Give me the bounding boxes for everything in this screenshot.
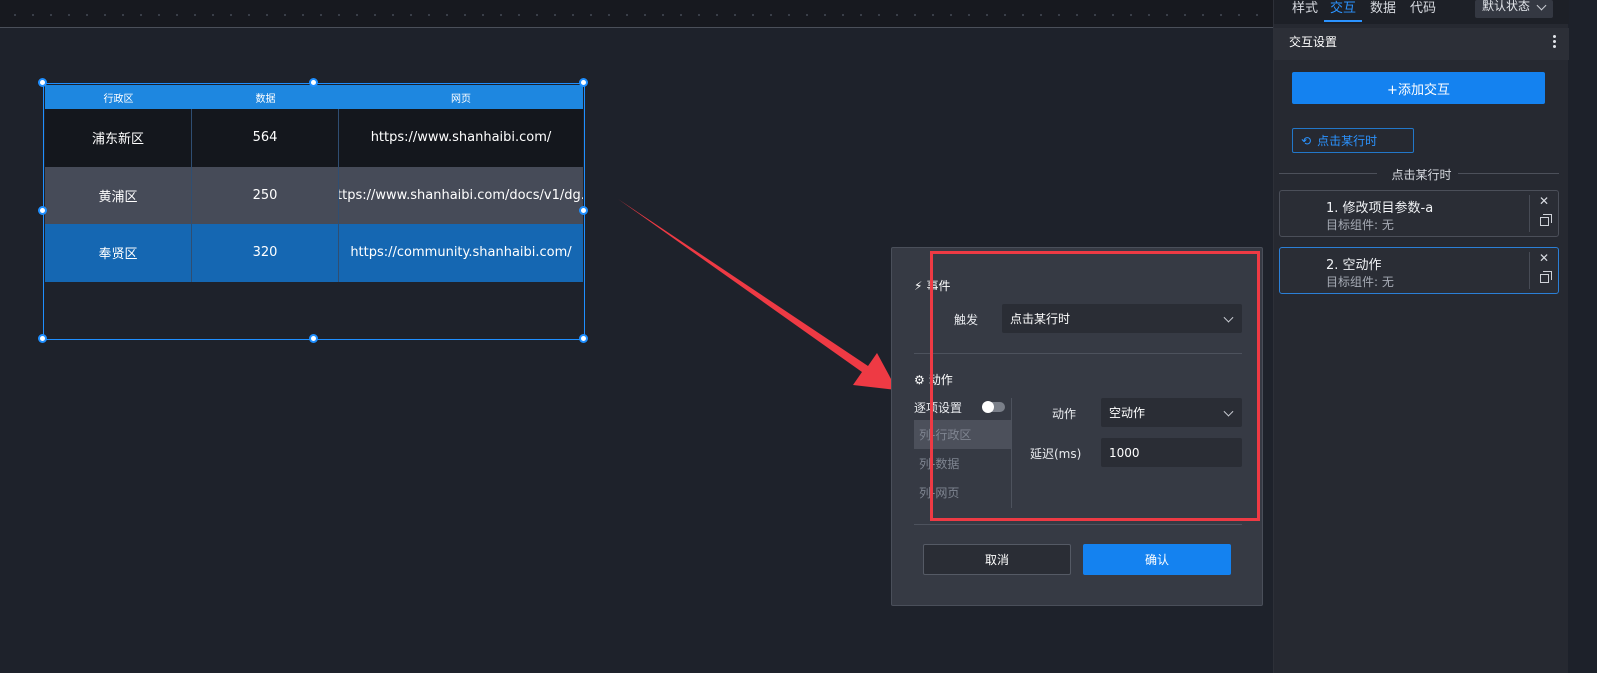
panel-title: 交互设置 — [1289, 35, 1338, 49]
interaction-card[interactable]: 1. 修改项目参数-a 目标组件: 无 ✕ — [1279, 190, 1559, 237]
card-subtitle: 目标组件: 无 — [1326, 218, 1394, 232]
gear-icon: ⚙ — [914, 372, 925, 387]
divider — [914, 524, 1242, 525]
tab-data[interactable]: 数据 — [1370, 0, 1396, 16]
annotation-highlight-box — [930, 251, 1260, 521]
chevron-down-icon — [1536, 0, 1547, 11]
confirm-button[interactable]: 确认 — [1083, 544, 1231, 575]
state-select[interactable]: 默认状态 — [1475, 0, 1553, 18]
copy-icon[interactable] — [1540, 214, 1552, 226]
tab-style[interactable]: 样式 — [1292, 0, 1318, 16]
panel-tabs: 样式 交互 数据 代码 默认状态 — [1274, 0, 1569, 24]
active-tab-indicator — [1324, 20, 1362, 22]
properties-panel: 样式 交互 数据 代码 默认状态 交互设置 +添加交互 ⟲ 点击某行时 点击某行… — [1273, 0, 1569, 673]
close-icon[interactable]: ✕ — [1539, 251, 1549, 265]
interaction-card[interactable]: 2. 空动作 目标组件: 无 ✕ — [1279, 247, 1559, 294]
divider — [1529, 195, 1530, 232]
click-icon: ⟲ — [1301, 133, 1312, 148]
card-title: 1. 修改项目参数-a — [1326, 201, 1434, 216]
lightning-icon: ⚡ — [914, 278, 923, 293]
tab-code[interactable]: 代码 — [1410, 0, 1436, 16]
tab-interaction[interactable]: 交互 — [1330, 0, 1356, 16]
card-title: 2. 空动作 — [1326, 258, 1382, 273]
add-interaction-button[interactable]: +添加交互 — [1292, 72, 1545, 104]
section-label: 点击某行时 — [1391, 168, 1452, 182]
divider — [1458, 173, 1559, 174]
close-icon[interactable]: ✕ — [1539, 194, 1549, 208]
cancel-button[interactable]: 取消 — [923, 544, 1071, 575]
divider — [1529, 252, 1530, 289]
card-subtitle: 目标组件: 无 — [1326, 275, 1394, 289]
more-icon[interactable] — [1553, 35, 1557, 50]
trigger-chip[interactable]: ⟲ 点击某行时 — [1292, 128, 1414, 153]
copy-icon[interactable] — [1540, 271, 1552, 283]
panel-header: 交互设置 — [1274, 28, 1569, 60]
